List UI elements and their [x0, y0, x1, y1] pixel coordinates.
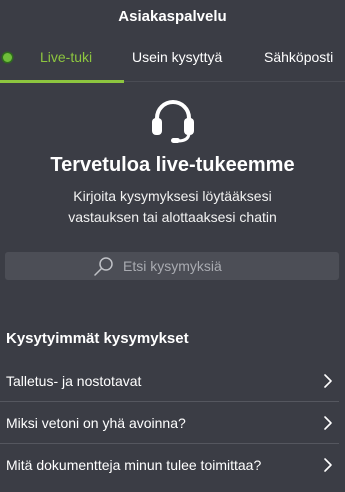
faq-heading: Kysytyimmät kysymykset — [6, 330, 189, 347]
faq-list: Talletus- ja nostotavat Miksi vetoni on … — [0, 360, 339, 486]
faq-item-open-bet[interactable]: Miksi vetoni on yhä avoinna? — [0, 402, 339, 444]
tab-bar: Live-tuki Usein kysyttyä Sähköposti — [0, 32, 345, 83]
faq-item-label: Miksi vetoni on yhä avoinna? — [6, 414, 186, 431]
chevron-right-icon — [324, 458, 332, 472]
tab-email[interactable]: Sähköposti — [264, 32, 333, 82]
chevron-right-icon — [324, 373, 332, 388]
faq-item-deposit-withdrawal[interactable]: Talletus- ja nostotavat — [0, 360, 339, 402]
welcome-title: Tervetuloa live-tukeemme — [50, 154, 295, 176]
search-bar[interactable] — [5, 252, 339, 280]
tab-email-label: Sähköposti — [264, 49, 334, 65]
search-icon — [94, 257, 113, 276]
tab-live-support-label: Live-tuki — [40, 49, 93, 65]
tab-faq[interactable]: Usein kysyttyä — [132, 32, 222, 82]
online-status-dot — [3, 52, 12, 62]
faq-item-label: Talletus- ja nostotavat — [6, 372, 142, 389]
page-title: Asiakaspalvelu — [118, 7, 227, 25]
welcome-subtitle-line-1: Kirjoita kysymyksesi löytääksesi — [73, 188, 272, 204]
tab-faq-label: Usein kysyttyä — [132, 49, 223, 65]
tab-live-support[interactable]: Live-tuki — [0, 32, 124, 83]
welcome-subtitle-line-2: vastauksen tai alottaaksesi chatin — [68, 209, 277, 225]
faq-item-label: Mitä dokumentteja minun tulee toimittaa? — [6, 457, 262, 473]
active-tab-indicator — [0, 80, 124, 83]
search-input[interactable] — [123, 258, 323, 274]
headset-icon — [152, 100, 194, 143]
welcome-subtitle: Kirjoita kysymyksesi löytääksesi vastauk… — [0, 186, 345, 228]
chevron-right-icon — [324, 415, 332, 430]
faq-item-documents[interactable]: Mitä dokumentteja minun tulee toimittaa? — [0, 444, 339, 486]
